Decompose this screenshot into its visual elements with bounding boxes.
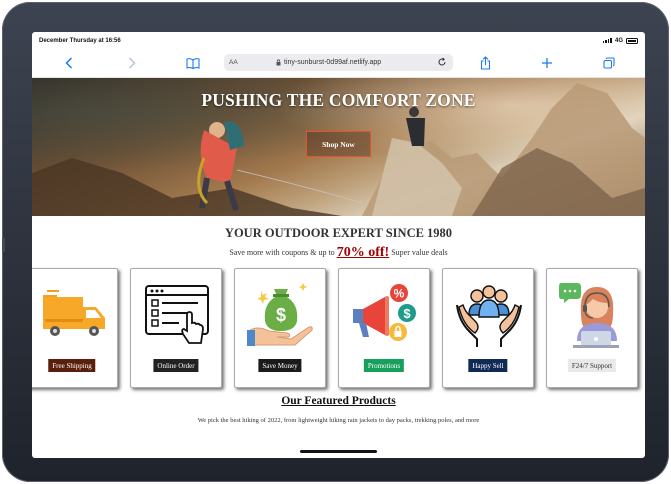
browser-toolbar: AA tiny-sunburst-0d99af.netlify.app	[32, 49, 645, 78]
tablet-frame: December Thursday at 16:56 4G AA tiny-su…	[2, 2, 669, 482]
svg-text:$: $	[403, 306, 411, 321]
hero-banner: PUSHING THE COMFORT ZONE Shop Now	[32, 78, 645, 216]
feature-card-free-shipping[interactable]: Free Shipping	[32, 268, 118, 388]
feature-cards: Free Shipping Online Order $ Save Money …	[32, 268, 645, 389]
status-datetime: December Thursday at 16:56	[39, 37, 121, 44]
reload-icon[interactable]	[437, 57, 447, 69]
new-tab-icon[interactable]	[539, 56, 555, 70]
signal-icon	[602, 38, 612, 43]
money-bag-icon: $	[247, 283, 313, 346]
featured-products-subtitle: We pick the best hiking of 2022, from li…	[197, 417, 480, 424]
feature-card-promotions[interactable]: % $ Promotions	[338, 268, 430, 388]
network-type: 4G	[614, 37, 623, 44]
tagline-post: Super value deals	[391, 248, 448, 257]
svg-text:%: %	[394, 287, 405, 301]
happy-sell-label: Happy Sell	[468, 359, 508, 372]
shop-now-button[interactable]: Shop Now	[306, 131, 371, 157]
tagline: Save more with coupons & up to 70% off! …	[32, 245, 645, 261]
tagline-pre: Save more with coupons & up to	[229, 248, 335, 257]
page-heading: YOUR OUTDOOR EXPERT SINCE 1980	[224, 226, 453, 240]
online-order-icon	[145, 285, 209, 344]
truck-icon	[43, 290, 105, 336]
battery-icon	[626, 37, 638, 44]
feature-card-save-money[interactable]: $ Save Money	[234, 268, 326, 388]
address-bar[interactable]: AA tiny-sunburst-0d99af.netlify.app	[224, 54, 453, 71]
home-indicator	[300, 450, 377, 453]
online-order-label: Online Order	[153, 359, 199, 372]
share-icon[interactable]	[477, 56, 493, 70]
save-money-label: Save Money	[258, 359, 302, 372]
promotions-label: Promotions	[363, 359, 405, 372]
status-indicators: 4G	[602, 37, 638, 44]
back-icon[interactable]	[61, 56, 77, 70]
screen: December Thursday at 16:56 4G AA tiny-su…	[32, 32, 645, 458]
feature-card-happy-sell[interactable]: Happy Sell	[442, 268, 534, 388]
url-text: tiny-sunburst-0d99af.netlify.app	[284, 59, 382, 66]
featured-products-title[interactable]: Our Featured Products	[32, 395, 645, 407]
megaphone-icon: % $	[353, 284, 416, 341]
team-icon	[456, 285, 522, 347]
discount-text: 70% off!	[336, 245, 390, 260]
bookmarks-icon[interactable]	[185, 56, 201, 70]
feature-card-online-order[interactable]: Online Order	[130, 268, 222, 388]
feature-card-support[interactable]: F24/7 Support	[546, 268, 638, 388]
support-label: F24/7 Support	[567, 359, 617, 372]
lock-icon	[276, 59, 281, 66]
tabs-icon[interactable]	[601, 56, 617, 70]
side-button	[2, 238, 5, 252]
status-bar: December Thursday at 16:56 4G	[32, 32, 645, 49]
support-agent-icon	[559, 283, 619, 348]
svg-text:$: $	[276, 305, 286, 325]
hero-title: PUSHING THE COMFORT ZONE	[201, 90, 476, 110]
free-shipping-label: Free Shipping	[48, 359, 96, 372]
forward-icon[interactable]	[124, 56, 140, 70]
text-size-button[interactable]: AA	[229, 59, 238, 66]
url-display: tiny-sunburst-0d99af.netlify.app	[276, 59, 381, 66]
